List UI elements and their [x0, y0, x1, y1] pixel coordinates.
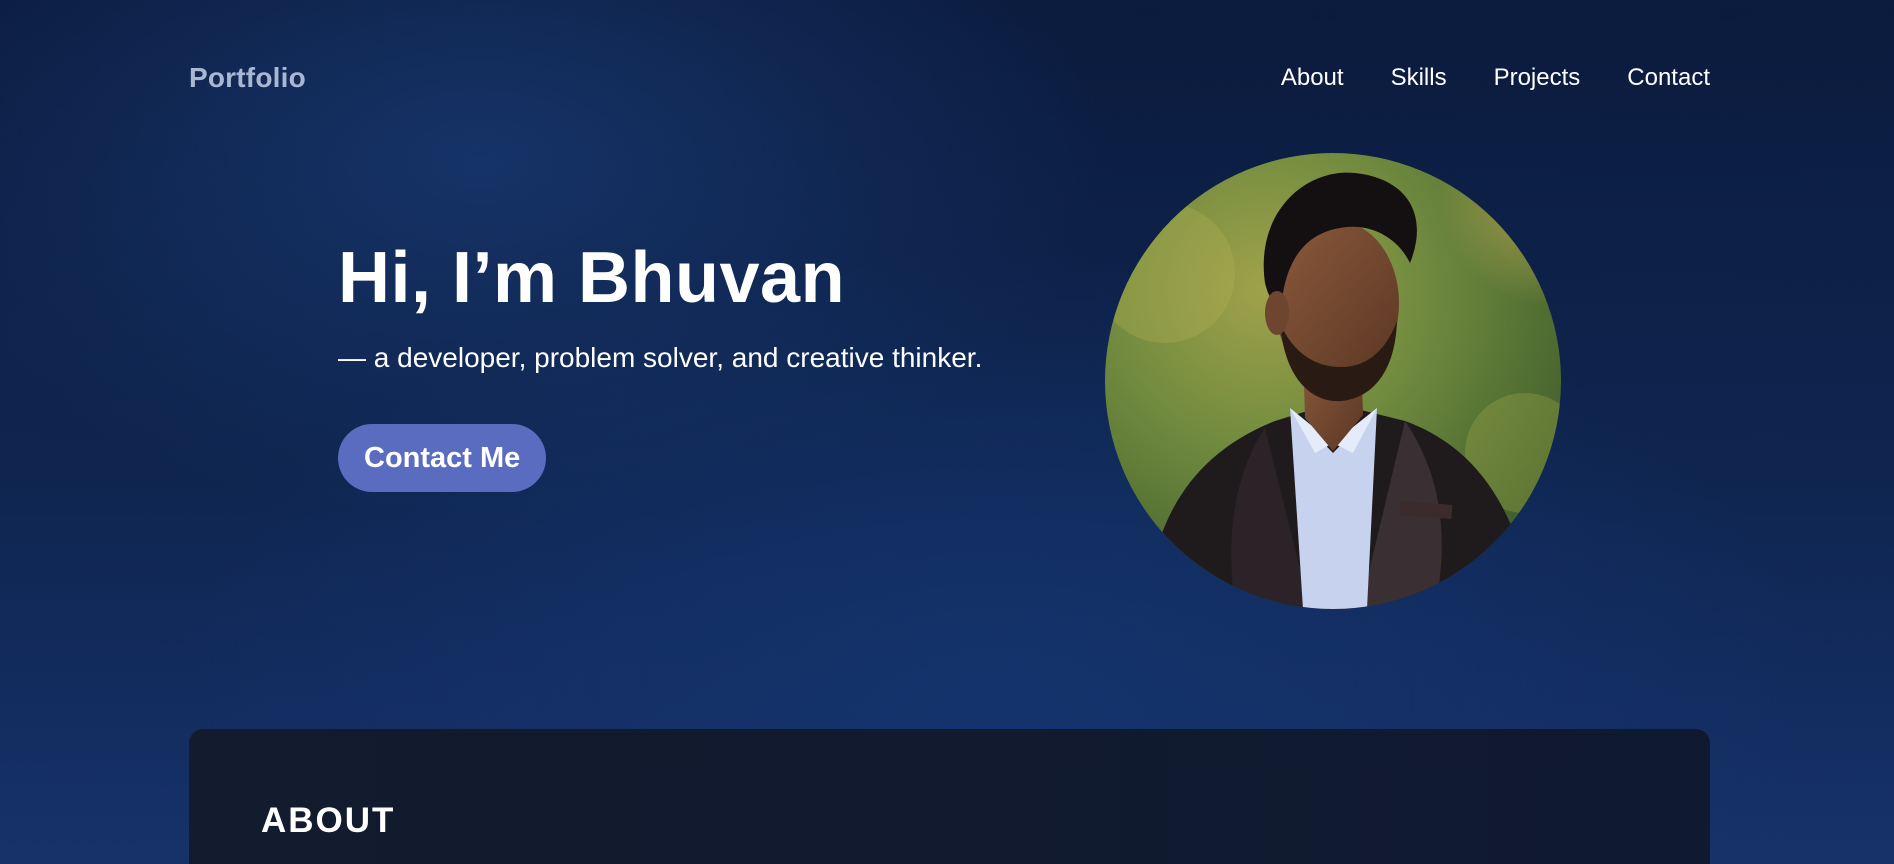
about-section: ABOUT [189, 729, 1710, 864]
profile-photo-illustration [1105, 153, 1561, 609]
profile-photo [1105, 153, 1561, 609]
hero-subtitle: — a developer, problem solver, and creat… [338, 342, 983, 373]
nav-links: About Skills Projects Contact [1281, 64, 1710, 92]
hero-section: Hi, I’m Bhuvan — a developer, problem so… [338, 236, 982, 492]
nav-link-about[interactable]: About [1281, 64, 1344, 92]
hero-title: Hi, I’m Bhuvan [338, 238, 846, 318]
about-title: ABOUT [261, 801, 396, 840]
contact-me-button[interactable]: Contact Me [338, 424, 547, 492]
nav-link-skills[interactable]: Skills [1391, 64, 1447, 92]
logo[interactable]: Portfolio [189, 62, 306, 94]
page: Portfolio About Skills Projects Contact … [0, 0, 1894, 864]
nav-link-projects[interactable]: Projects [1494, 64, 1581, 92]
nav-link-contact[interactable]: Contact [1627, 64, 1710, 92]
top-nav: Portfolio About Skills Projects Contact [189, 56, 1710, 100]
